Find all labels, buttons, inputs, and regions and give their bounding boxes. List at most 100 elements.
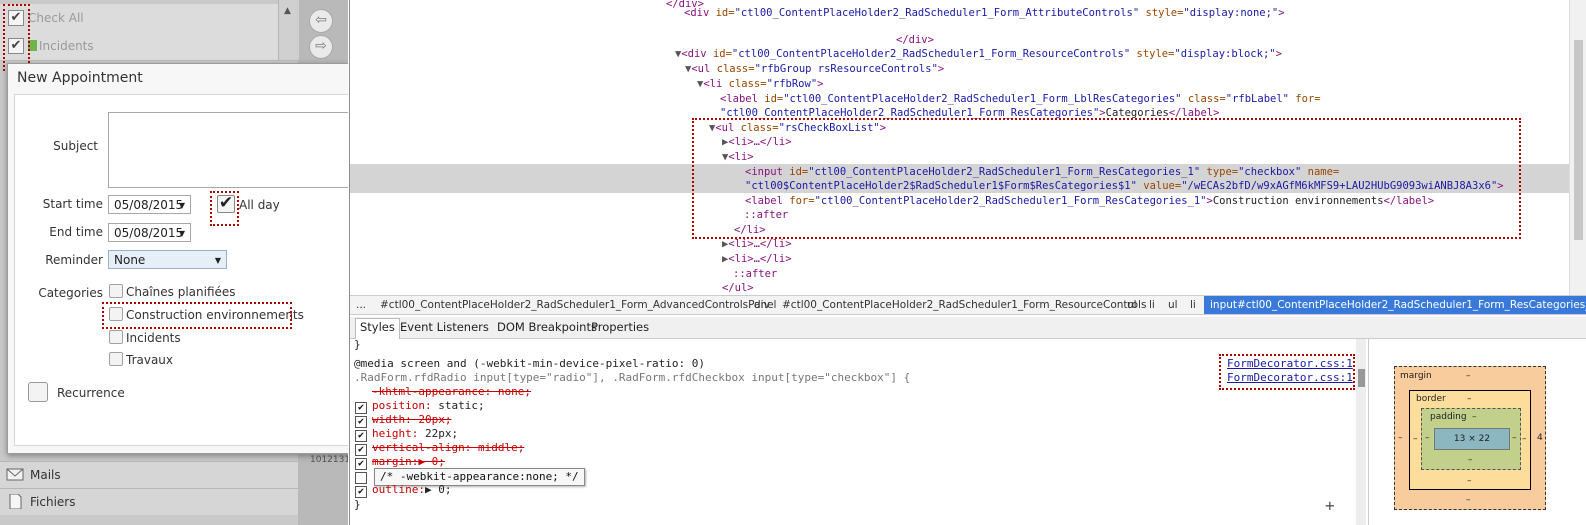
property-checkbox[interactable]: ✔ [355, 444, 367, 456]
tab-properties[interactable]: Properties [591, 320, 649, 334]
breadcrumb-item[interactable]: ... [356, 296, 366, 314]
padding-right-value: – [1512, 433, 1517, 443]
property-checkbox[interactable]: ✔ [355, 458, 367, 470]
reminder-label: Reminder [45, 253, 103, 267]
style-line: } [354, 338, 361, 351]
incidents-filter-row[interactable]: ✔ Incidents [0, 32, 298, 61]
property-checkbox[interactable]: ✔ [355, 430, 367, 442]
css-property-overridden[interactable]: width: 20px; [372, 413, 451, 427]
code-line[interactable]: ▶<li>…</li> [722, 252, 792, 266]
code-line[interactable]: ▼<div id="ctl00_ContentPlaceHolder2_RadS… [675, 47, 1282, 61]
margin-bottom-value: – [1466, 495, 1471, 505]
code-line[interactable]: ▼<ul class="rfbGroup rsResourceControls"… [685, 62, 944, 76]
reminder-value: None [114, 253, 146, 267]
tab-dom-breakpoints[interactable]: DOM Breakpoints [497, 320, 597, 334]
tab-event-listeners[interactable]: Event Listeners [400, 320, 489, 334]
box-border: border – – – – padding – – – – 13 × 22 [1409, 390, 1531, 490]
style-line: } [354, 498, 361, 511]
end-date-picker[interactable]: 05/08/2015 ▼ [108, 223, 191, 242]
css-property-overridden[interactable]: margin:▶ 0; [372, 455, 445, 469]
highlight-box-checkbox-list [692, 118, 1521, 239]
box-model-diagram: margin – – 4 – border – – – – padding – … [1368, 339, 1586, 525]
padding-label: padding [1430, 412, 1467, 422]
border-right-value: – [1522, 434, 1527, 444]
property-checkbox[interactable]: ✔ [355, 402, 367, 414]
border-top-value: – [1467, 394, 1472, 404]
end-date-value: 05/08/2015 [114, 226, 184, 240]
nav-prev-icon[interactable]: ⇦ [309, 9, 333, 33]
scheduler-app-pane: 1012131 ⇦ ⇨ ✔ Check All ✔ Incidents ▲ Ne… [0, 0, 348, 525]
code-line[interactable]: ▶<li>…</li> [722, 237, 792, 251]
css-property-overridden[interactable]: vertical-align: middle; [372, 441, 524, 455]
padding-left-value: – [1425, 433, 1430, 443]
nav-item-mails[interactable]: Mails [0, 461, 298, 488]
sidebar-tabs: Styles Event Listeners DOM Breakpoints P… [350, 317, 1586, 339]
appointment-form: Subject Start time 05/08/2015 ▼ ✔ All day… [14, 94, 348, 446]
subject-input[interactable] [108, 112, 348, 188]
end-time-label: End time [49, 225, 103, 239]
filter-scrollbar[interactable]: ▲ [278, 0, 299, 60]
nav-mails-label: Mails [30, 468, 61, 482]
dropdown-arrow-icon: ▼ [214, 256, 221, 265]
property-checkbox-unchecked[interactable] [355, 472, 367, 484]
breadcrumb-item[interactable]: ul [1168, 296, 1178, 314]
file-icon [9, 494, 22, 509]
start-time-label: Start time [42, 197, 103, 211]
box-padding: padding – – – – 13 × 22 [1421, 408, 1521, 470]
margin-left-value: – [1398, 433, 1403, 443]
category-checkbox-incidents[interactable] [109, 330, 123, 344]
scroll-up-icon[interactable]: ▲ [284, 6, 291, 16]
highlight-box-allday [210, 191, 239, 226]
devtools-panel: </div> <div id="ctl00_ContentPlaceHolder… [349, 0, 1586, 525]
check-all-row[interactable]: ✔ Check All [0, 4, 298, 33]
box-margin: margin – – 4 – border – – – – padding – … [1394, 366, 1546, 510]
breadcrumb-item[interactable]: li [1190, 296, 1196, 314]
styles-pane: } @media screen and (-webkit-min-device-… [350, 338, 1365, 525]
highlight-box-checkboxes [3, 4, 30, 71]
border-label: border [1416, 394, 1446, 404]
code-line[interactable]: ▼<li class="rfbRow"> [697, 77, 823, 91]
code-line[interactable]: <label id="ctl00_ContentPlaceHolder2_Rad… [720, 92, 1321, 106]
add-rule-icon[interactable]: + [1325, 496, 1335, 515]
code-line[interactable]: <div id="ctl00_ContentPlaceHolder2_RadSc… [684, 6, 1285, 20]
breadcrumb-item[interactable]: li [1149, 296, 1155, 314]
media-query: @media screen and (-webkit-min-device-pi… [354, 357, 705, 370]
breadcrumb-item[interactable]: #ctl00_ContentPlaceHolder2_RadScheduler1… [380, 296, 776, 314]
css-selector[interactable]: .RadForm.rfdRadio input[type="radio"], .… [354, 371, 910, 385]
recurrence-label: Recurrence [57, 386, 125, 400]
css-property[interactable]: height: 22px; [372, 427, 458, 441]
category-checkbox-chaines[interactable] [109, 284, 123, 298]
breadcrumb-item[interactable]: ul [1127, 296, 1137, 314]
margin-top-value: – [1466, 371, 1471, 381]
breadcrumb-item-selected[interactable]: input#ctl00_ContentPlaceHolder2_RadSched… [1204, 296, 1586, 314]
dropdown-arrow-icon: ▼ [178, 201, 185, 210]
code-line[interactable]: </ul> [722, 281, 754, 295]
css-property[interactable]: outline:▶ 0; [372, 483, 451, 497]
breadcrumb: ... #ctl00_ContentPlaceHolder2_RadSchedu… [350, 295, 1586, 315]
nav-next-icon[interactable]: ⇨ [309, 35, 333, 59]
property-checkbox[interactable]: ✔ [355, 486, 367, 498]
code-line[interactable]: </div> [896, 33, 934, 47]
elements-tree: </div> <div id="ctl00_ContentPlaceHolder… [350, 0, 1569, 295]
start-date-value: 05/08/2015 [114, 198, 184, 212]
start-date-picker[interactable]: 05/08/2015 ▼ [108, 195, 191, 214]
padding-top-value: – [1472, 412, 1477, 422]
category-checkbox-travaux[interactable] [109, 352, 123, 366]
check-all-label: Check All [28, 11, 84, 25]
border-left-value: – [1413, 434, 1418, 444]
css-property[interactable]: position: static; [372, 399, 485, 413]
styles-scrollbar[interactable] [1356, 339, 1366, 525]
recurrence-checkbox[interactable] [28, 382, 48, 402]
breadcrumb-item[interactable]: div [754, 296, 770, 314]
code-line[interactable]: ::after [733, 267, 777, 281]
breadcrumb-item[interactable]: #ctl00_ContentPlaceHolder2_RadScheduler1… [782, 296, 1146, 314]
tab-styles[interactable]: Styles [355, 318, 400, 339]
nav-item-fichiers[interactable]: Fichiers [0, 488, 298, 515]
reminder-select[interactable]: None ▼ [108, 250, 227, 269]
elements-scrollbar[interactable] [1569, 0, 1586, 295]
border-bottom-value: – [1467, 476, 1472, 486]
category-label-chaines: Chaînes planifiées [126, 285, 236, 299]
property-checkbox[interactable]: ✔ [355, 416, 367, 428]
subject-label: Subject [53, 139, 98, 153]
css-property-disabled[interactable]: -khtml-appearance: none; [372, 385, 531, 399]
